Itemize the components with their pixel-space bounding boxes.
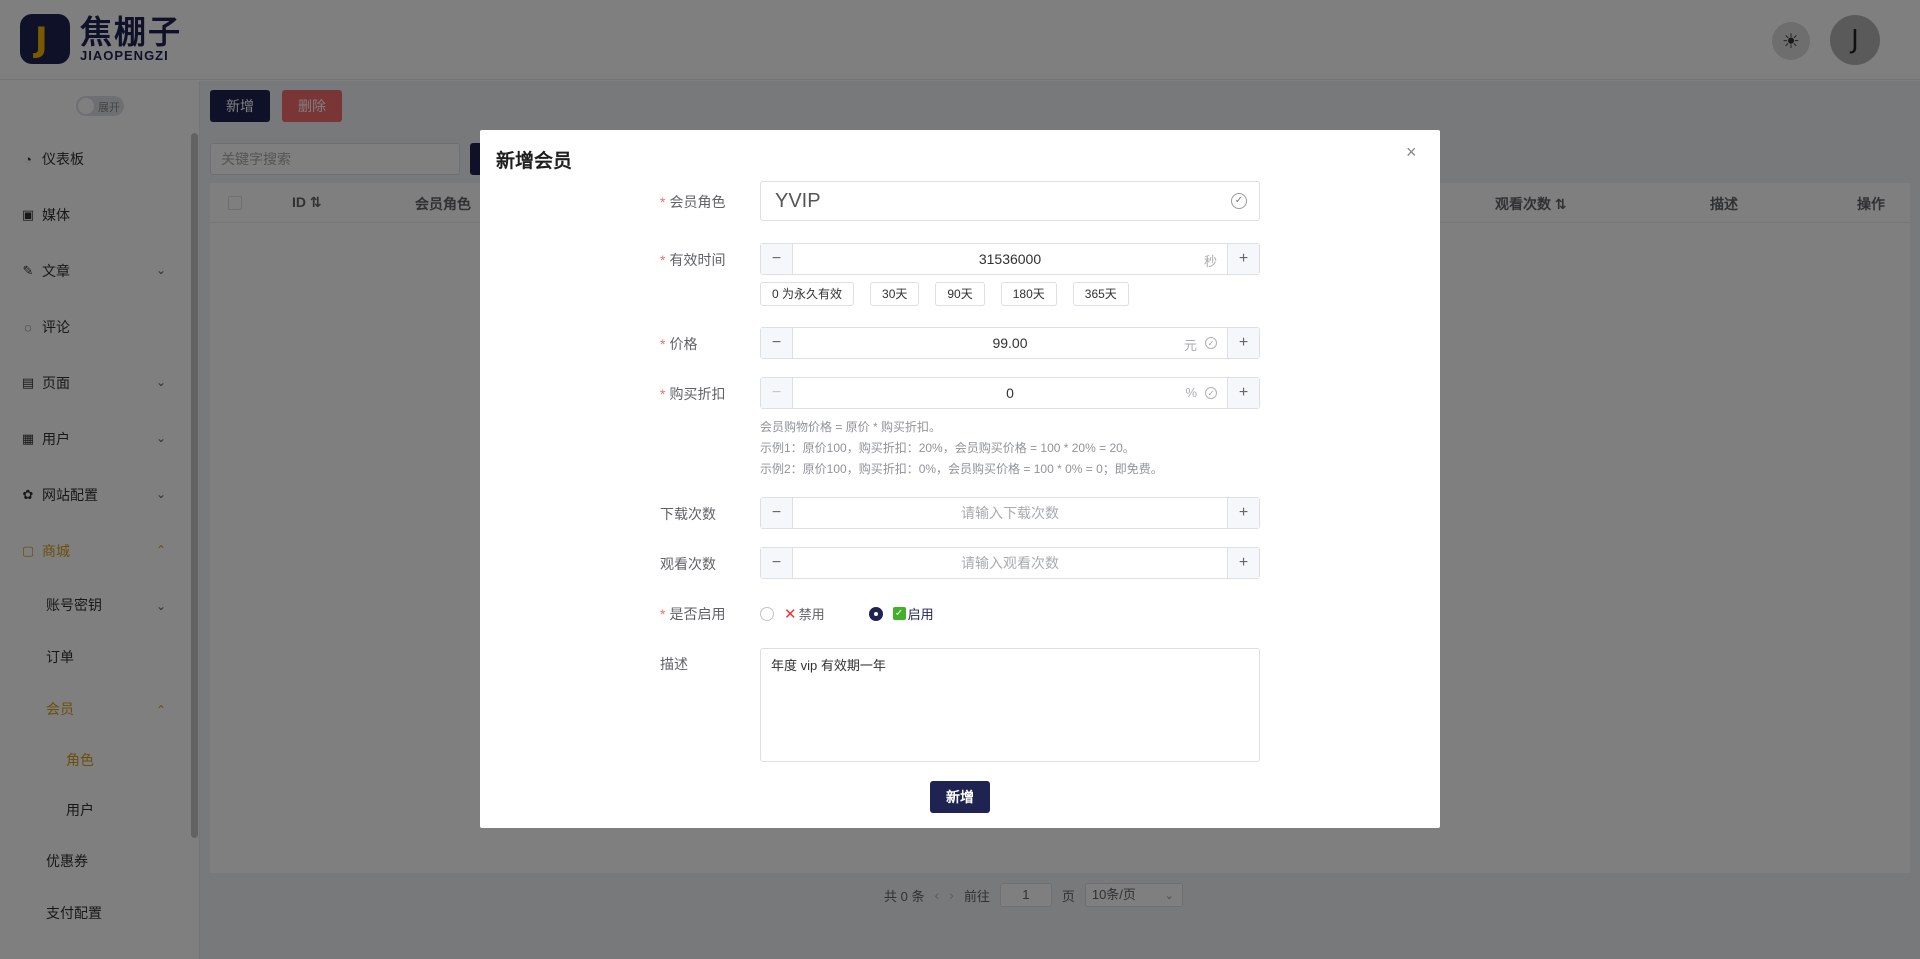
duration-increment-button[interactable]: + (1227, 244, 1259, 274)
enabled-label: * 是否启用 (660, 606, 726, 622)
role-label: * 会员角色 (660, 194, 726, 210)
downloads-decrement-button[interactable]: − (761, 498, 793, 528)
preset-365-days-button[interactable]: 365天 (1072, 282, 1129, 306)
downloads-stepper[interactable]: − 请输入下载次数 + (760, 497, 1260, 529)
submit-button[interactable]: 新增 (930, 781, 990, 813)
downloads-label: 下载次数 (660, 506, 716, 522)
radio-disabled-label[interactable]: 禁用 (799, 604, 825, 623)
check-circle-icon: ✓ (1205, 337, 1217, 349)
price-unit: 元 (1183, 338, 1197, 353)
preset-180-days-button[interactable]: 180天 (1000, 282, 1057, 306)
add-member-dialog: 新增会员 × * 会员角色 YVIP ✓ * 有效时间 − 31536000 秒 +… (480, 130, 1440, 828)
discount-stepper[interactable]: − 0 % ✓ + (760, 377, 1260, 409)
discount-unit: % (1185, 385, 1197, 400)
description-textarea[interactable]: 年度 vip 有效期一年 (760, 648, 1260, 762)
duration-stepper[interactable]: − 31536000 秒 + (760, 243, 1260, 275)
radio-disabled[interactable] (760, 606, 774, 621)
dialog-title: 新增会员 (496, 151, 573, 172)
description-label: 描述 (660, 656, 688, 672)
price-value[interactable]: 99.00 (793, 328, 1227, 358)
price-label: * 价格 (660, 336, 698, 352)
duration-unit: 秒 (1203, 254, 1217, 269)
discount-value[interactable]: 0 (793, 378, 1227, 408)
enabled-radio-group: ✕ 禁用 ✓ 启用 (760, 604, 934, 623)
discount-label: * 购买折扣 (660, 386, 726, 402)
radio-enabled[interactable] (868, 606, 883, 621)
duration-label: * 有效时间 (660, 252, 726, 268)
discount-hint-formula: 会员购物价格 = 原价 * 购买折扣。 (760, 420, 942, 434)
price-decrement-button[interactable]: − (761, 328, 793, 358)
discount-decrement-button[interactable]: − (761, 378, 793, 408)
duration-value[interactable]: 31536000 (793, 244, 1227, 274)
preset-30-days-button[interactable]: 30天 (870, 282, 920, 306)
preset-90-days-button[interactable]: 90天 (935, 282, 985, 306)
check-circle-icon: ✓ (1205, 387, 1217, 399)
views-label: 观看次数 (660, 556, 716, 572)
check-circle-icon: ✓ (1231, 193, 1247, 209)
duration-presets: 0 为永久有效 30天 90天 180天 365天 (760, 282, 1129, 306)
discount-hint-example-1: 示例1：原价100，购买折扣：20%，会员购买价格 = 100 * 20% = … (760, 441, 1135, 455)
views-input[interactable]: 请输入观看次数 (793, 548, 1227, 578)
views-decrement-button[interactable]: − (761, 548, 793, 578)
downloads-input[interactable]: 请输入下载次数 (793, 498, 1227, 528)
preset-permanent-button[interactable]: 0 为永久有效 (760, 282, 855, 306)
downloads-increment-button[interactable]: + (1227, 498, 1259, 528)
discount-hint-example-2: 示例2：原价100，购买折扣：0%，会员购买价格 = 100 * 0% = 0；… (760, 462, 1163, 476)
price-stepper[interactable]: − 99.00 元 ✓ + (760, 327, 1260, 359)
views-stepper[interactable]: − 请输入观看次数 + (760, 547, 1260, 579)
radio-enabled-label[interactable]: 启用 (908, 604, 934, 623)
price-increment-button[interactable]: + (1227, 328, 1259, 358)
close-icon[interactable]: × (1406, 142, 1417, 163)
check-box-icon: ✓ (892, 607, 906, 620)
cross-icon: ✕ (784, 605, 797, 623)
role-input[interactable]: YVIP ✓ (760, 181, 1260, 221)
duration-decrement-button[interactable]: − (761, 244, 793, 274)
views-increment-button[interactable]: + (1227, 548, 1259, 578)
discount-increment-button[interactable]: + (1227, 378, 1259, 408)
